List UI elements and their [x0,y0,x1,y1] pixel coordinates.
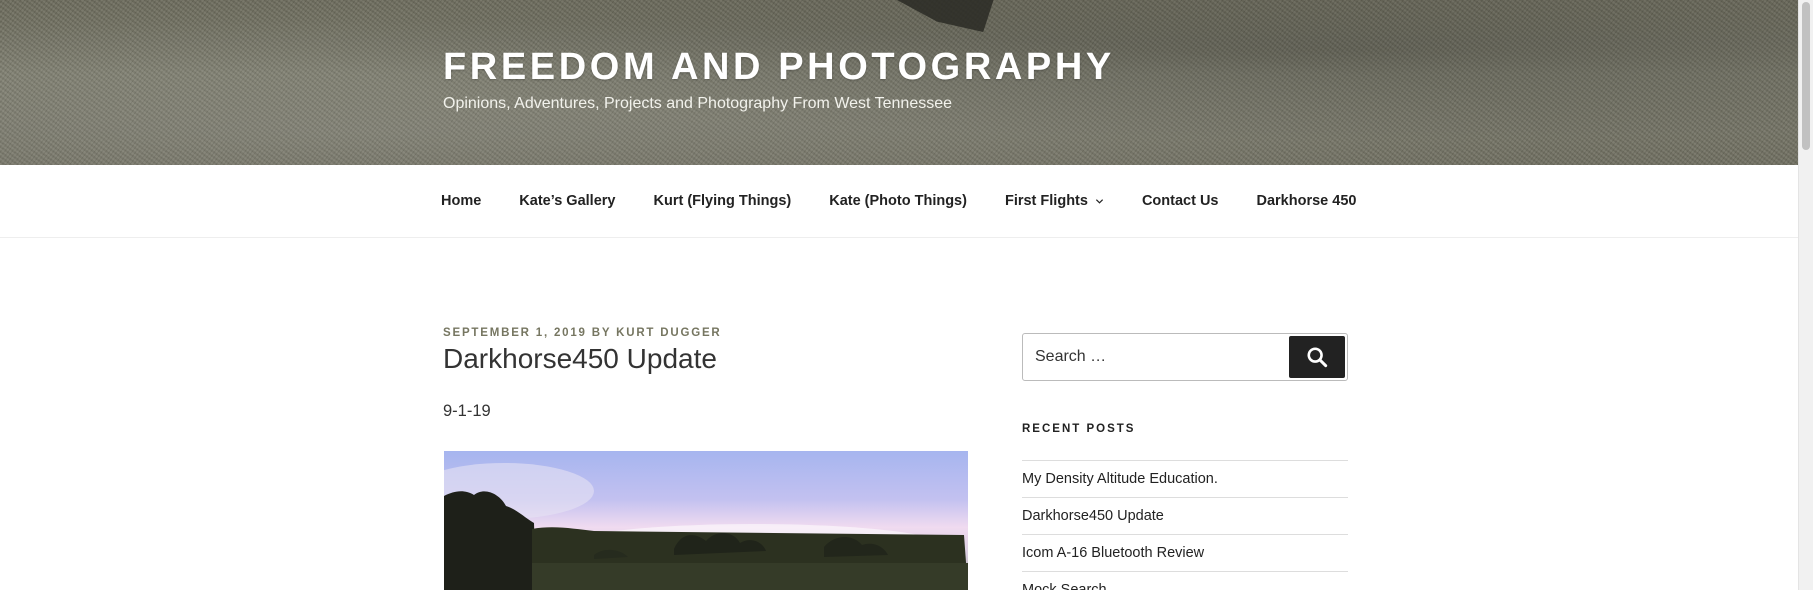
post-image [444,451,968,590]
search-icon [1307,347,1328,368]
entry-meta: SEPTEMBER 1, 2019 BY KURT DUGGER [443,327,722,339]
recent-posts-list: My Density Altitude Education. Darkhorse… [1022,460,1348,590]
post-author-link[interactable]: KURT DUGGER [616,327,721,339]
post-date-link[interactable]: SEPTEMBER 1, 2019 [443,327,587,339]
nav-item-label: Kate (Photo Things) [829,193,967,209]
meta-by: BY [591,327,612,339]
nav-menu: Home Kate’s Gallery Kurt (Flying Things)… [441,165,1394,237]
scrollbar-thumb[interactable] [1802,2,1810,150]
nav-item-label: Darkhorse 450 [1256,193,1357,209]
nav-item-kurt-flying-things[interactable]: Kurt (Flying Things) [653,193,791,209]
chevron-down-icon [1095,198,1104,204]
site-header: FREEDOM AND PHOTOGRAPHY Opinions, Advent… [0,0,1798,165]
post-body-date: 9-1-19 [443,402,491,420]
header-background-image [860,0,1000,32]
nav-item-kate-photo-things[interactable]: Kate (Photo Things) [829,193,967,209]
nav-item-contact-us[interactable]: Contact Us [1142,193,1219,209]
nav-item-label: Kate’s Gallery [519,193,616,209]
nav-item-first-flights[interactable]: First Flights [1005,193,1104,209]
site-description: Opinions, Adventures, Projects and Photo… [443,95,953,112]
recent-post-link[interactable]: Darkhorse450 Update [1022,498,1348,535]
search-form: Search … [1022,333,1348,381]
search-input[interactable]: Search … [1035,334,1106,380]
nav-item-label: First Flights [1004,193,1088,209]
post-title[interactable]: Darkhorse450 Update [443,343,717,375]
post-image-landscape [444,451,968,590]
recent-post-link[interactable]: Icom A-16 Bluetooth Review [1022,535,1348,572]
nav-item-darkhorse-450[interactable]: Darkhorse 450 [1257,193,1357,209]
nav-item-label: Contact Us [1141,193,1219,209]
recent-posts-title: RECENT POSTS [1022,423,1136,435]
nav-item-kates-gallery[interactable]: Kate’s Gallery [519,193,615,209]
nav-item-label: Home [441,193,482,209]
nav-item-label: Kurt (Flying Things) [653,193,792,209]
nav-item-home[interactable]: Home [441,193,481,209]
vertical-scrollbar[interactable] [1798,0,1813,590]
recent-post-link[interactable]: Mock Search [1022,572,1348,590]
page: FREEDOM AND PHOTOGRAPHY Opinions, Advent… [0,0,1813,590]
site-title[interactable]: FREEDOM AND PHOTOGRAPHY [443,46,1115,89]
main-navigation: Home Kate’s Gallery Kurt (Flying Things)… [0,165,1798,238]
search-button[interactable] [1289,336,1345,378]
recent-post-link[interactable]: My Density Altitude Education. [1022,461,1348,498]
